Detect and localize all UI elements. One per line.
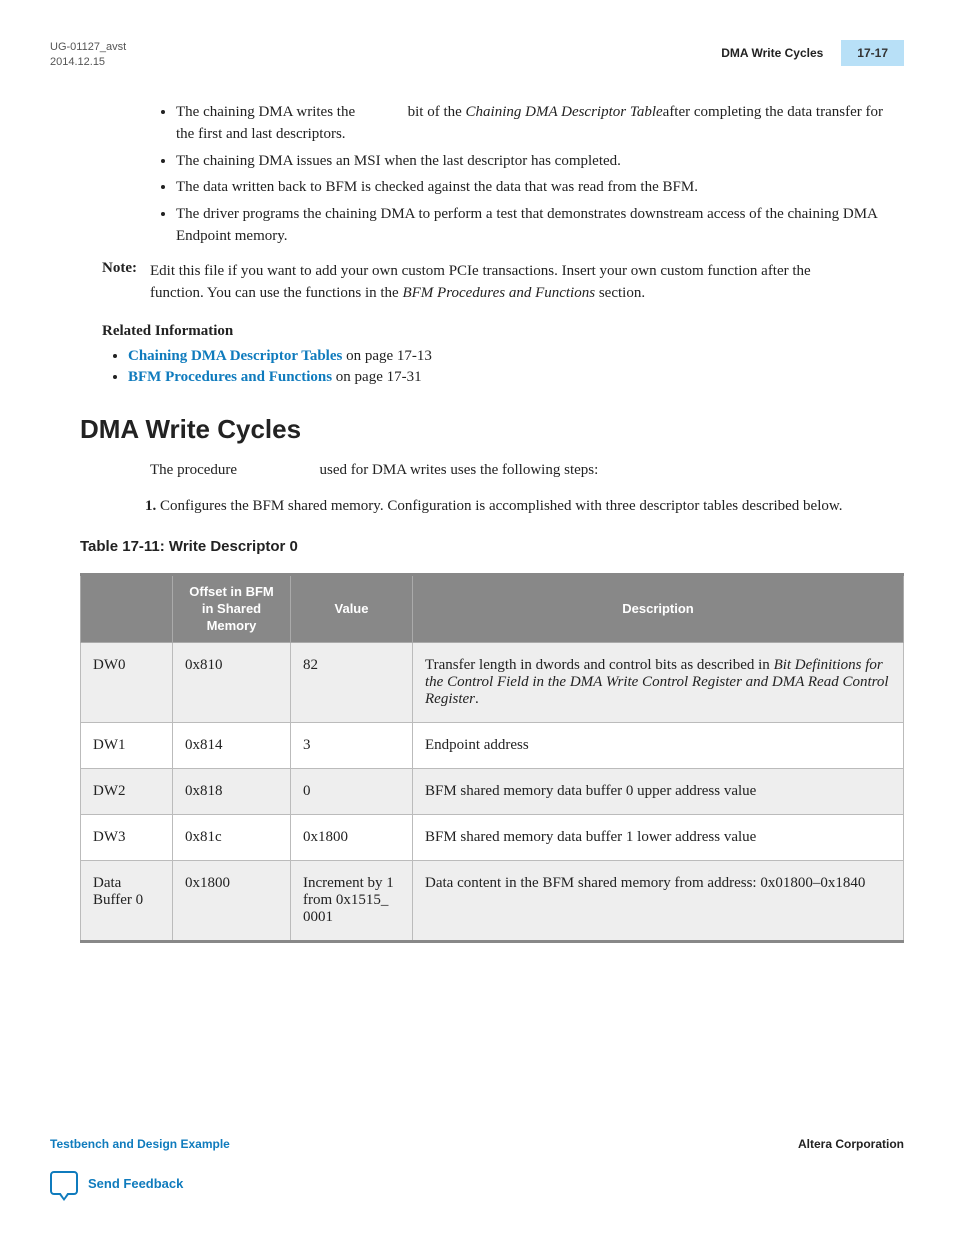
cell: Data content in the BFM shared memory fr… bbox=[413, 861, 904, 942]
related-link-1[interactable]: Chaining DMA Descriptor Tables bbox=[128, 348, 342, 364]
table-row: DW0 0x810 82 Transfer length in dwords a… bbox=[81, 643, 904, 723]
cell: 3 bbox=[291, 723, 413, 769]
list-item: BFM Procedures and Functions on page 17-… bbox=[128, 369, 904, 386]
section-heading: DMA Write Cycles bbox=[80, 414, 904, 445]
footer-row: Testbench and Design Example Altera Corp… bbox=[50, 1137, 904, 1151]
step-item: Configures the BFM shared memory. Config… bbox=[160, 495, 904, 518]
table-row: DW2 0x818 0 BFM shared memory data buffe… bbox=[81, 769, 904, 815]
feedback-icon bbox=[50, 1171, 78, 1195]
cell: Increment by 1 from 0x1515_ 0001 bbox=[291, 861, 413, 942]
th-value: Value bbox=[291, 574, 413, 643]
cell: DW1 bbox=[81, 723, 173, 769]
descriptor-table: Offset in BFM in Shared Memory Value Des… bbox=[80, 573, 904, 944]
list-item: The chaining DMA writes the bit of the C… bbox=[176, 101, 904, 146]
header-right: DMA Write Cycles 17-17 bbox=[721, 40, 904, 66]
doc-date: 2014.12.15 bbox=[50, 55, 126, 70]
feature-list: The chaining DMA writes the bit of the C… bbox=[150, 101, 904, 248]
doc-id: UG-01127_avst bbox=[50, 40, 126, 55]
cell: 0x81c bbox=[173, 815, 291, 861]
note-label: Note: bbox=[102, 260, 150, 305]
related-links: Chaining DMA Descriptor Tables on page 1… bbox=[128, 348, 904, 386]
cell: BFM shared memory data buffer 0 upper ad… bbox=[413, 769, 904, 815]
procedure-intro: The procedure used for DMA writes uses t… bbox=[150, 459, 904, 482]
cell: Data Buffer 0 bbox=[81, 861, 173, 942]
send-feedback-link[interactable]: Send Feedback bbox=[88, 1176, 183, 1191]
cell: DW2 bbox=[81, 769, 173, 815]
header-docinfo: UG-01127_avst 2014.12.15 bbox=[50, 40, 126, 71]
note-text: Edit this file if you want to add your o… bbox=[150, 260, 904, 305]
related-info-heading: Related Information bbox=[102, 323, 904, 340]
cell: 0x1800 bbox=[173, 861, 291, 942]
related-link-2[interactable]: BFM Procedures and Functions bbox=[128, 369, 332, 385]
note-block: Note: Edit this file if you want to add … bbox=[102, 260, 904, 305]
feedback-row: Send Feedback bbox=[50, 1171, 904, 1195]
cell: 0x818 bbox=[173, 769, 291, 815]
cell: DW3 bbox=[81, 815, 173, 861]
table-caption: Table 17-11: Write Descriptor 0 bbox=[80, 538, 904, 555]
page-header: UG-01127_avst 2014.12.15 DMA Write Cycle… bbox=[50, 40, 904, 71]
table-row: DW1 0x814 3 Endpoint address bbox=[81, 723, 904, 769]
table-row: DW3 0x81c 0x1800 BFM shared memory data … bbox=[81, 815, 904, 861]
cell: 0x810 bbox=[173, 643, 291, 723]
table-header-row: Offset in BFM in Shared Memory Value Des… bbox=[81, 574, 904, 643]
cell: DW0 bbox=[81, 643, 173, 723]
main-content: The chaining DMA writes the bit of the C… bbox=[50, 101, 904, 944]
cell: 0x1800 bbox=[291, 815, 413, 861]
th-description: Description bbox=[413, 574, 904, 643]
table-row: Data Buffer 0 0x1800 Increment by 1 from… bbox=[81, 861, 904, 942]
cell: Transfer length in dwords and control bi… bbox=[413, 643, 904, 723]
list-item: The chaining DMA issues an MSI when the … bbox=[176, 150, 904, 173]
cell: Endpoint address bbox=[413, 723, 904, 769]
page-number-badge: 17-17 bbox=[841, 40, 904, 66]
list-item: The data written back to BFM is checked … bbox=[176, 176, 904, 199]
list-item: Chaining DMA Descriptor Tables on page 1… bbox=[128, 348, 904, 365]
cell: 0x814 bbox=[173, 723, 291, 769]
procedure-steps: Configures the BFM shared memory. Config… bbox=[150, 495, 904, 518]
footer-left: Testbench and Design Example bbox=[50, 1137, 230, 1151]
cell: 82 bbox=[291, 643, 413, 723]
th-offset: Offset in BFM in Shared Memory bbox=[173, 574, 291, 643]
header-section-title: DMA Write Cycles bbox=[721, 46, 823, 60]
cell: 0 bbox=[291, 769, 413, 815]
footer-right: Altera Corporation bbox=[798, 1137, 904, 1151]
th-empty bbox=[81, 574, 173, 643]
list-item: The driver programs the chaining DMA to … bbox=[176, 203, 904, 248]
page-footer: Testbench and Design Example Altera Corp… bbox=[50, 1137, 904, 1195]
cell: BFM shared memory data buffer 1 lower ad… bbox=[413, 815, 904, 861]
